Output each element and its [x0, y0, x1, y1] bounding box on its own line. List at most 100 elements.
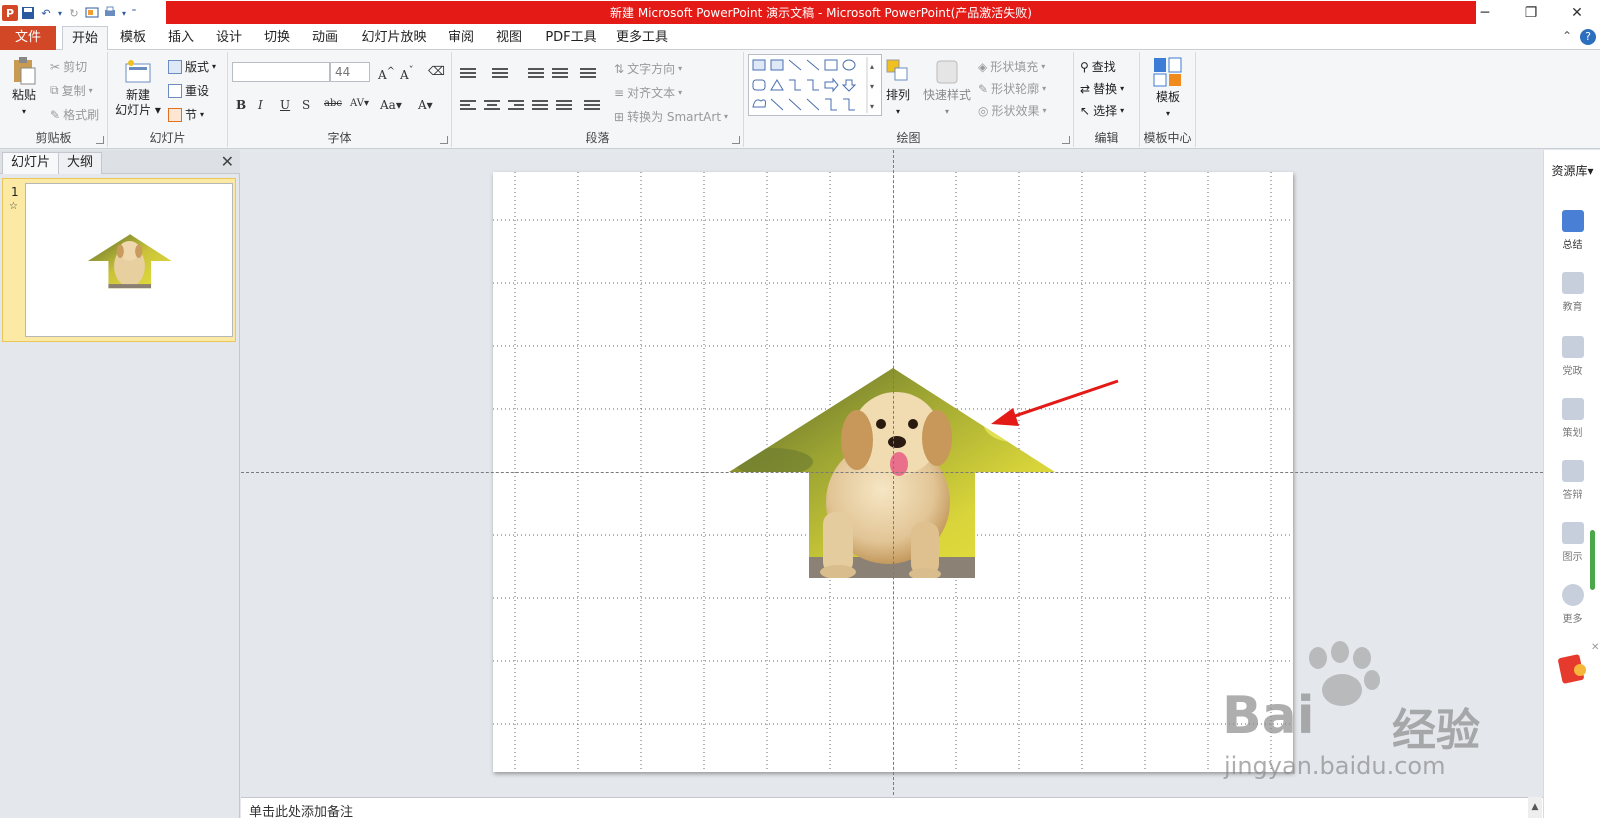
shape-outline-button[interactable]: ✎ 形状轮廓 ▾ — [978, 80, 1046, 97]
copy-button[interactable]: ⧉ 复制 ▾ — [50, 82, 93, 99]
distributed-icon[interactable] — [556, 100, 572, 114]
drawing-group-label: 绘图 — [896, 131, 921, 145]
resource-more[interactable]: 更多 — [1544, 584, 1600, 625]
change-case-icon[interactable]: Aa▾ — [380, 98, 402, 112]
tab-home[interactable]: 开始 — [62, 26, 108, 51]
restore-button[interactable]: ❐ — [1508, 0, 1554, 26]
slideshow-icon[interactable] — [84, 5, 100, 21]
qat-dropdown-icon[interactable]: ▾ — [120, 5, 128, 21]
resource-planning[interactable]: 策划 — [1544, 398, 1600, 439]
tab-file[interactable]: 文件 — [0, 26, 56, 50]
horizontal-guide[interactable] — [241, 472, 1543, 473]
title-bar: P ↶ ▾ ↻ ▾ ⁼ 新建 Microsoft PowerPoint 演示文稿… — [0, 0, 1600, 26]
slide-thumbnail-row[interactable]: 1 ☆ — [2, 178, 236, 342]
undo-dropdown-icon[interactable]: ▾ — [56, 5, 64, 21]
smartart-label: 转换为 SmartArt — [627, 110, 722, 124]
tab-pdf-tools[interactable]: PDF工具 — [538, 26, 604, 50]
arrange-button[interactable]: 排列 ▾ — [880, 58, 916, 119]
shrink-font-icon[interactable]: Aˇ — [400, 66, 414, 82]
align-center-icon[interactable] — [484, 100, 500, 114]
close-redpack-icon[interactable]: ✕ — [1591, 642, 1599, 653]
cut-button[interactable]: ✂ 剪切 — [50, 58, 87, 75]
quick-styles-button[interactable]: 快速样式 ▾ — [920, 58, 974, 119]
increase-indent-icon[interactable] — [552, 68, 568, 82]
panel-scrollbar[interactable] — [1590, 530, 1595, 590]
select-button[interactable]: ↖ 选择 ▾ — [1080, 102, 1124, 119]
resource-summary[interactable]: 总结 — [1544, 210, 1600, 251]
numbering-icon[interactable] — [492, 68, 508, 82]
section-button[interactable]: 节 ▾ — [168, 106, 204, 123]
align-text-button[interactable]: ≡ 对齐文本 ▾ — [614, 84, 682, 101]
scroll-up-icon[interactable]: ▲ — [1528, 797, 1542, 818]
tab-design[interactable]: 设计 — [208, 26, 250, 50]
close-pane-icon[interactable]: ✕ — [221, 152, 234, 171]
help-icon[interactable]: ? — [1580, 29, 1596, 45]
collapse-ribbon-icon[interactable]: ⌃ — [1562, 29, 1572, 45]
slide-thumbnail[interactable] — [25, 183, 233, 337]
tab-slides-thumbnails[interactable]: 幻灯片 — [2, 152, 60, 174]
drawing-launcher-icon[interactable] — [1062, 136, 1070, 144]
paragraph-launcher-icon[interactable] — [732, 136, 740, 144]
tab-more-tools[interactable]: 更多工具 — [610, 26, 674, 50]
customize-qat-icon[interactable]: ⁼ — [130, 5, 138, 21]
tab-insert[interactable]: 插入 — [160, 26, 202, 50]
group-slides: 新建 幻灯片 ▾ 版式 ▾ 重设 节 ▾ 幻灯片 — [108, 52, 228, 147]
line-spacing-icon[interactable] — [580, 68, 596, 82]
columns-icon[interactable] — [584, 100, 600, 114]
defense-icon — [1561, 460, 1584, 482]
format-painter-button[interactable]: ✎ 格式刷 — [50, 106, 99, 123]
reset-button[interactable]: 重设 — [168, 82, 209, 99]
text-direction-button[interactable]: ⇅ 文字方向 ▾ — [614, 60, 682, 77]
red-envelope-icon[interactable] — [1556, 650, 1590, 684]
resource-education[interactable]: 教育 — [1544, 272, 1600, 313]
font-size-box[interactable]: 44 — [330, 62, 370, 82]
resource-party-gov[interactable]: 党政 — [1544, 336, 1600, 377]
tab-slideshow[interactable]: 幻灯片放映 — [356, 26, 432, 50]
resource-defense[interactable]: 答辩 — [1544, 460, 1600, 501]
clear-format-icon[interactable]: ⌫ — [428, 64, 445, 78]
close-button[interactable]: ✕ — [1554, 0, 1600, 26]
powerpoint-app-icon[interactable]: P — [2, 5, 18, 21]
shape-effects-button[interactable]: ◎ 形状效果 ▾ — [978, 102, 1047, 119]
reset-label: 重设 — [185, 84, 210, 98]
bold-icon[interactable]: B — [236, 98, 246, 112]
clipboard-launcher-icon[interactable] — [96, 136, 104, 144]
italic-icon[interactable]: I — [258, 98, 263, 112]
smartart-button[interactable]: ⊞ 转换为 SmartArt ▾ — [614, 108, 728, 125]
new-slide-button[interactable]: 新建 幻灯片 ▾ — [114, 58, 162, 118]
redo-icon[interactable]: ↻ — [66, 5, 82, 21]
align-left-icon[interactable] — [460, 100, 476, 114]
notes-pane[interactable]: 单击此处添加备注 — [241, 797, 1543, 818]
justify-icon[interactable] — [532, 100, 548, 114]
print-preview-icon[interactable] — [102, 5, 118, 21]
replace-button[interactable]: ⇄ 替换 ▾ — [1080, 80, 1124, 97]
save-icon[interactable] — [20, 5, 36, 21]
template-button[interactable]: 模板 ▾ — [1148, 56, 1188, 121]
tab-view[interactable]: 视图 — [488, 26, 530, 50]
decrease-indent-icon[interactable] — [528, 68, 544, 82]
tab-animations[interactable]: 动画 — [304, 26, 346, 50]
shapes-gallery[interactable]: ▴ ▾ ▾ — [748, 54, 882, 116]
find-button[interactable]: ⚲ 查找 — [1080, 58, 1116, 75]
slides-pane: 幻灯片 大纲 ✕ 1 ☆ — [0, 150, 240, 818]
undo-icon[interactable]: ↶ — [38, 5, 54, 21]
resource-library-title[interactable]: 资源库▾ — [1544, 162, 1600, 179]
tab-template[interactable]: 模板 — [112, 26, 154, 50]
shadow-icon[interactable]: S — [302, 98, 310, 112]
minimize-button[interactable]: ─ — [1462, 0, 1508, 26]
paste-button[interactable]: 粘贴 ▾ — [6, 56, 42, 119]
strikethrough-icon[interactable]: abc — [324, 98, 342, 109]
shape-fill-button[interactable]: ◈ 形状填充 ▾ — [978, 58, 1045, 75]
font-launcher-icon[interactable] — [440, 136, 448, 144]
font-name-box[interactable] — [232, 62, 330, 82]
grow-font-icon[interactable]: A^ — [378, 66, 395, 82]
font-color-icon[interactable]: A▾ — [418, 98, 433, 112]
tab-review[interactable]: 审阅 — [440, 26, 482, 50]
tab-transitions[interactable]: 切换 — [256, 26, 298, 50]
char-spacing-icon[interactable]: AV▾ — [350, 98, 369, 109]
tab-outline[interactable]: 大纲 — [58, 152, 103, 174]
layout-button[interactable]: 版式 ▾ — [168, 58, 216, 75]
underline-icon[interactable]: U — [280, 98, 290, 112]
bullets-icon[interactable] — [460, 68, 476, 82]
align-right-icon[interactable] — [508, 100, 524, 114]
